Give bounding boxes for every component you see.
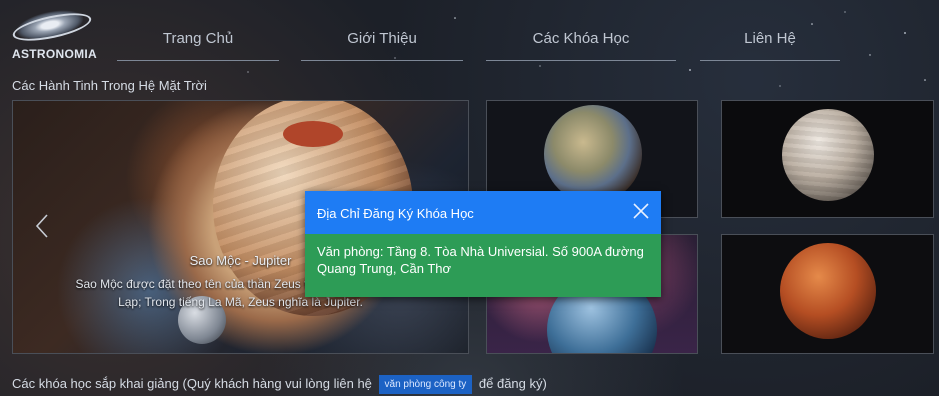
- chevron-left-icon[interactable]: [35, 213, 49, 246]
- planet-thumbnail-venus[interactable]: [721, 100, 934, 218]
- great-red-spot: [283, 121, 343, 147]
- main-nav: Trang Chủ Giới Thiệu Các Khóa Học Liên H…: [0, 22, 939, 62]
- nav-item-contact[interactable]: Liên Hệ: [700, 30, 840, 61]
- registration-address-modal: Địa Chỉ Đăng Ký Khóa Học Văn phòng: Tầng…: [305, 191, 661, 297]
- nav-item-about[interactable]: Giới Thiệu: [301, 30, 463, 61]
- upcoming-courses-line: Các khóa học sắp khai giảng (Quý khách h…: [12, 375, 547, 394]
- upcoming-courses-text: Các khóa học sắp khai giảng (Quý khách h…: [12, 375, 372, 391]
- modal-title: Địa Chỉ Đăng Ký Khóa Học: [317, 206, 474, 221]
- modal-header: Địa Chỉ Đăng Ký Khóa Học: [305, 191, 661, 234]
- planet-image: [780, 243, 876, 339]
- section-title: Các Hành Tinh Trong Hệ Mặt Trời: [12, 78, 207, 93]
- upcoming-courses-suffix: để đăng ký): [478, 375, 547, 391]
- office-contact-button[interactable]: văn phòng công ty: [378, 375, 473, 394]
- nav-item-home[interactable]: Trang Chủ: [117, 30, 279, 61]
- planet-image: [544, 105, 642, 203]
- planet-thumbnail-mars[interactable]: [721, 234, 934, 354]
- nav-item-courses[interactable]: Các Khóa Học: [486, 30, 676, 61]
- planet-image: [782, 109, 874, 201]
- close-icon[interactable]: [629, 199, 653, 223]
- modal-body: Văn phòng: Tầng 8. Tòa Nhà Universial. S…: [305, 234, 661, 297]
